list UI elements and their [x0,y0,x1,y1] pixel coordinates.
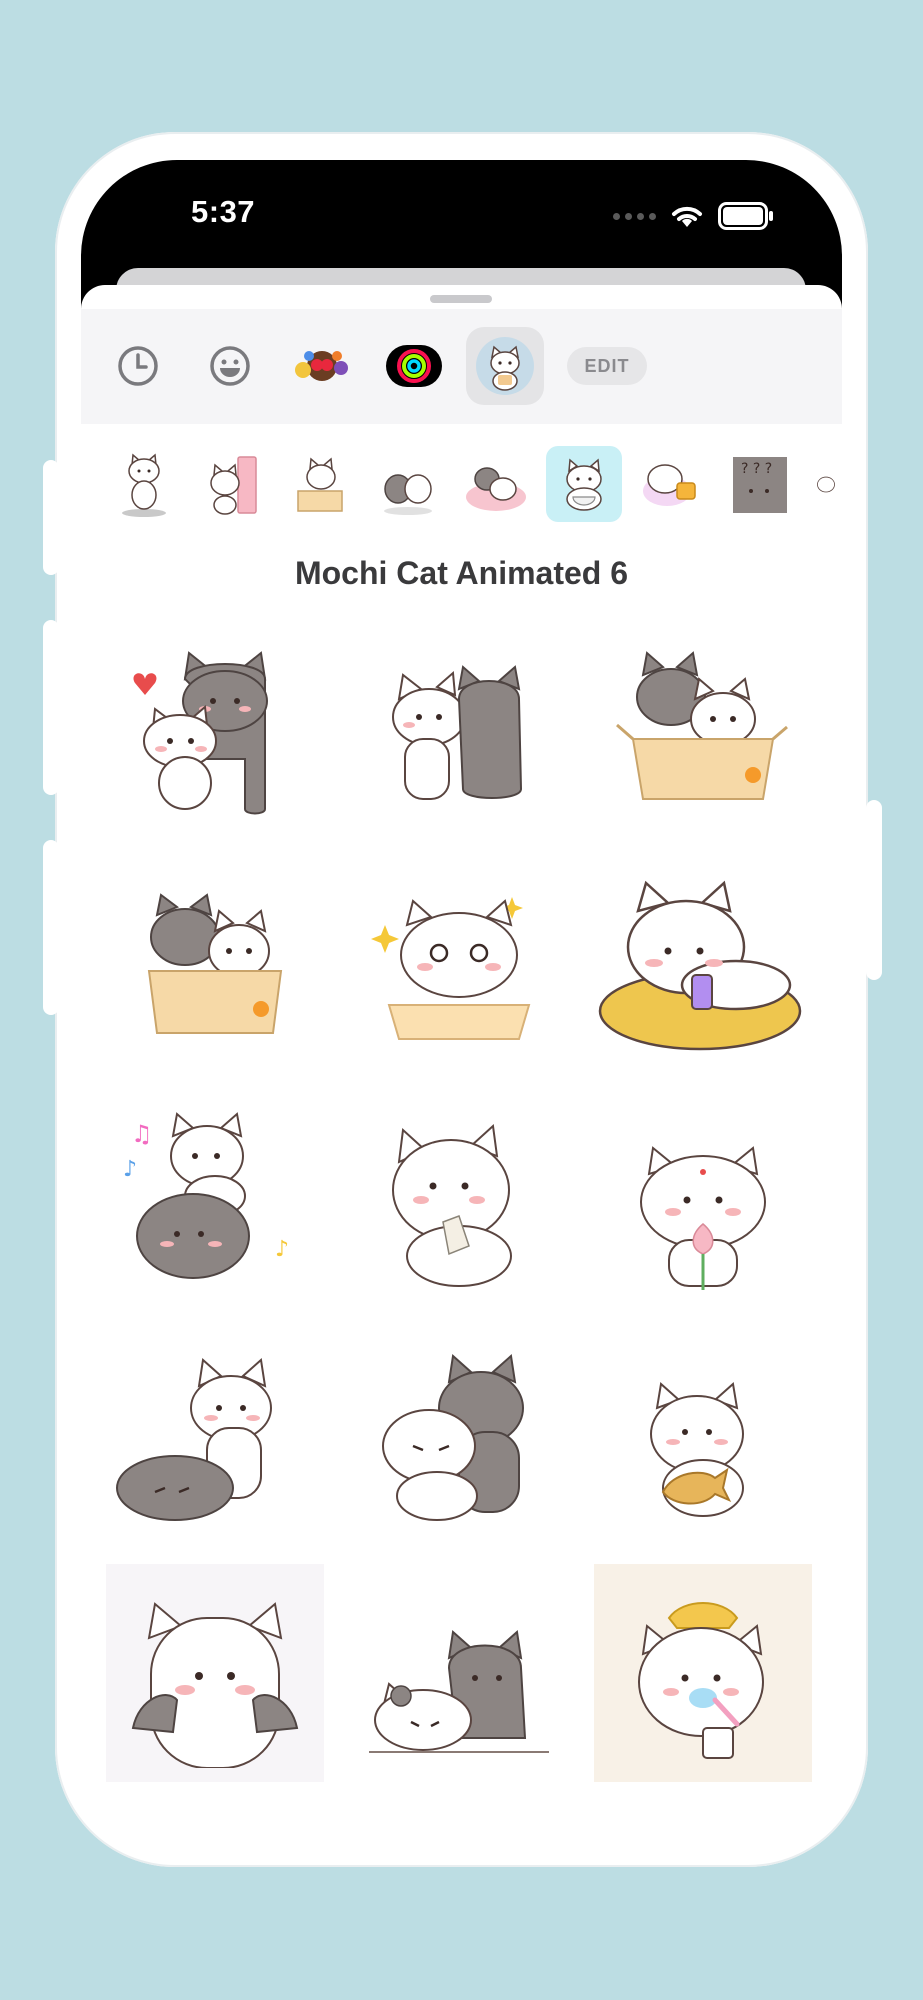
mochi-question-thumb-icon: ? ? ? [733,457,787,513]
svg-text:? ? ?: ? ? ? [741,461,772,477]
pack-title: Mochi Cat Animated 6 [294,555,629,591]
svg-text:♪: ♪ [275,1237,289,1262]
mochi-music-ride-sticker: ♫ ♪ ♪ [123,1112,289,1279]
pack-thumb-1[interactable] [106,446,182,522]
activity-rings-icon [386,345,442,387]
sticker-cell[interactable] [594,1092,812,1310]
volume-down-button [43,620,59,795]
sticker-cell[interactable] [106,1328,324,1546]
svg-text:♫: ♫ [131,1120,153,1148]
mochi-cuddle-sticker [382,1354,524,1521]
mochi-kiss-sticker [392,665,523,800]
mochi-honey-thumb-icon [643,464,696,506]
emoji-smiley-icon [210,346,250,386]
tab-mochi-cat[interactable] [466,327,544,405]
sticker-tab-bar: EDIT [81,309,842,424]
pack-thumb-9[interactable] [810,446,842,522]
mochi-box-pair-sticker [616,651,788,800]
pack-thumb-8[interactable]: ? ? ? [722,446,798,522]
pack-thumb-5[interactable] [458,446,534,522]
signal-icon [613,212,656,220]
sticker-cell[interactable] [106,620,324,838]
mochi-box-thumb-icon [297,457,343,512]
sticker-sheet: EDIT ? ? ? Mochi Cat Animated 6 ♫ ♪ ♪ [81,285,842,1835]
mochi-bed-thumb-icon [466,467,526,511]
battery-icon [718,202,773,230]
sticker-cell[interactable] [594,1564,812,1782]
pack-thumb-6-selected[interactable] [546,446,622,522]
pack-thumb-3[interactable] [282,446,358,522]
sticker-cell[interactable] [594,856,812,1074]
mochi-toothbrush-sticker [638,1602,764,1759]
sticker-cell[interactable] [594,1328,812,1546]
recent-clock-icon [118,346,158,386]
sticker-cell[interactable] [350,1328,568,1546]
tab-emoji[interactable] [191,327,269,405]
mochi-phone-bed-sticker [598,880,802,1051]
mochi-pair-thumb-icon [384,474,432,515]
mochi-partial-thumb-icon [817,476,835,493]
mochi-poke-sticker [116,1358,272,1521]
mochi-cat-thumb-icon [122,453,166,517]
sticker-cell[interactable] [594,620,812,838]
tab-recent[interactable] [99,327,177,405]
wifi-icon [672,206,702,227]
mute-switch [43,840,59,1015]
mochi-hug-heart-sticker [133,651,268,815]
mochi-cat-app-icon [476,337,534,395]
mochi-taiyaki-sticker [650,1382,744,1517]
tab-activity[interactable] [375,327,453,405]
phone-screen: 5:37 EDIT ? ? ? Mochi Cat Animated 6 ♫ ♪… [81,160,842,1835]
mochi-lotus-sticker [640,1146,766,1290]
sticker-cell[interactable]: ♫ ♪ ♪ [106,1092,324,1310]
status-icons [613,202,774,230]
sticker-cell[interactable] [106,856,324,1074]
tab-emoji-pack[interactable] [283,327,361,405]
mochi-bowl-thumb-icon [566,458,602,511]
volume-up-button [43,460,59,575]
sticker-pack-strip: ? ? ? [81,428,842,533]
pack-thumb-7[interactable] [634,446,710,522]
emoji-pack-icon [295,351,348,381]
mochi-box-peek-sticker [147,893,283,1034]
status-time: 5:37 [191,194,256,229]
sticker-cell[interactable] [350,1564,568,1782]
pack-thumb-4[interactable] [370,446,446,522]
sticker-cell[interactable] [350,1092,568,1310]
sticker-cell[interactable] [350,620,568,838]
mochi-sparkle-eyes-sticker [371,897,531,1040]
edit-button[interactable]: EDIT [567,347,647,385]
power-button [866,800,882,980]
sticker-cell[interactable] [350,856,568,1074]
mochi-tissue-cry-sticker [392,1123,512,1287]
mochi-sleepy-pair-sticker [369,1630,549,1753]
sticker-cell[interactable] [106,1564,324,1782]
sheet-grabber[interactable] [430,295,492,303]
mochi-door-thumb-icon [210,456,257,515]
mochi-cheek-squish-sticker [131,1602,299,1768]
pack-thumb-2[interactable] [194,446,270,522]
svg-text:♪: ♪ [123,1157,137,1182]
